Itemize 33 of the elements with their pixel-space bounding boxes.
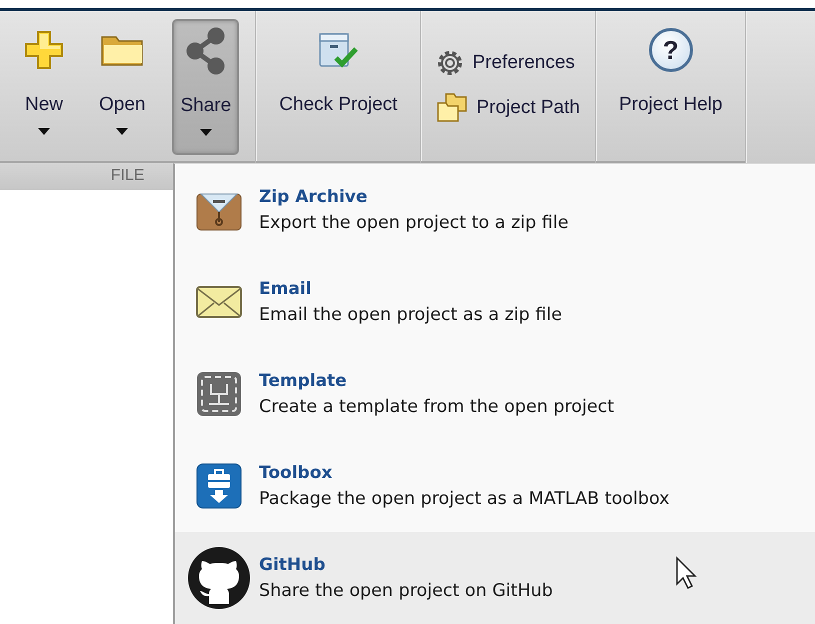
menu-item-title: Toolbox (259, 463, 334, 483)
path-button[interactable]: Project Path (431, 90, 585, 126)
octocat-icon (187, 546, 251, 610)
cursor-icon (675, 556, 697, 590)
menu-item-title: Zip Archive (259, 187, 368, 207)
open-button[interactable]: Open (92, 19, 152, 156)
section-label: FILE (110, 166, 144, 186)
preferences-button[interactable]: Preferences (431, 46, 585, 80)
gear-icon (436, 49, 464, 78)
menu-item-title: Template (259, 371, 348, 391)
menu-item[interactable]: Email Email the open project as a zip file (175, 256, 815, 348)
help-icon: ? (648, 28, 693, 72)
help-button[interactable]: ? Project Help (612, 19, 730, 156)
check-button[interactable]: Check Project (272, 19, 404, 156)
menu-item-title: GitHub (259, 555, 326, 575)
share-button[interactable]: Share (172, 19, 240, 156)
share-icon (186, 27, 226, 75)
menu-item[interactable]: Zip Archive Export the open project to a zip file (175, 164, 815, 256)
plus-icon (23, 29, 65, 71)
menu-item-description: Email the open project as a zip file (259, 305, 562, 325)
menu-item-description: Create a template from the open project (259, 397, 614, 417)
envelope-icon (195, 285, 243, 319)
menu-item-description: Export the open project to a zip file (259, 213, 568, 233)
menu-item[interactable]: Toolbox Package the open project as a MATLAB toolbox (175, 440, 815, 532)
menu-item-title: Email (259, 279, 312, 299)
menu-item-description: Package the open project as a MATLAB toolbox (259, 489, 670, 509)
menu-item[interactable]: Template Create a template from the open project (175, 348, 815, 440)
menu-item-description: Share the open project on GitHub (259, 581, 553, 601)
menu-item[interactable]: GitHub Share the open project on GitHub (175, 532, 815, 624)
folders-icon (436, 93, 468, 124)
new-button[interactable]: New (16, 19, 72, 156)
template-icon (195, 370, 243, 418)
toolbox-icon (195, 462, 243, 510)
